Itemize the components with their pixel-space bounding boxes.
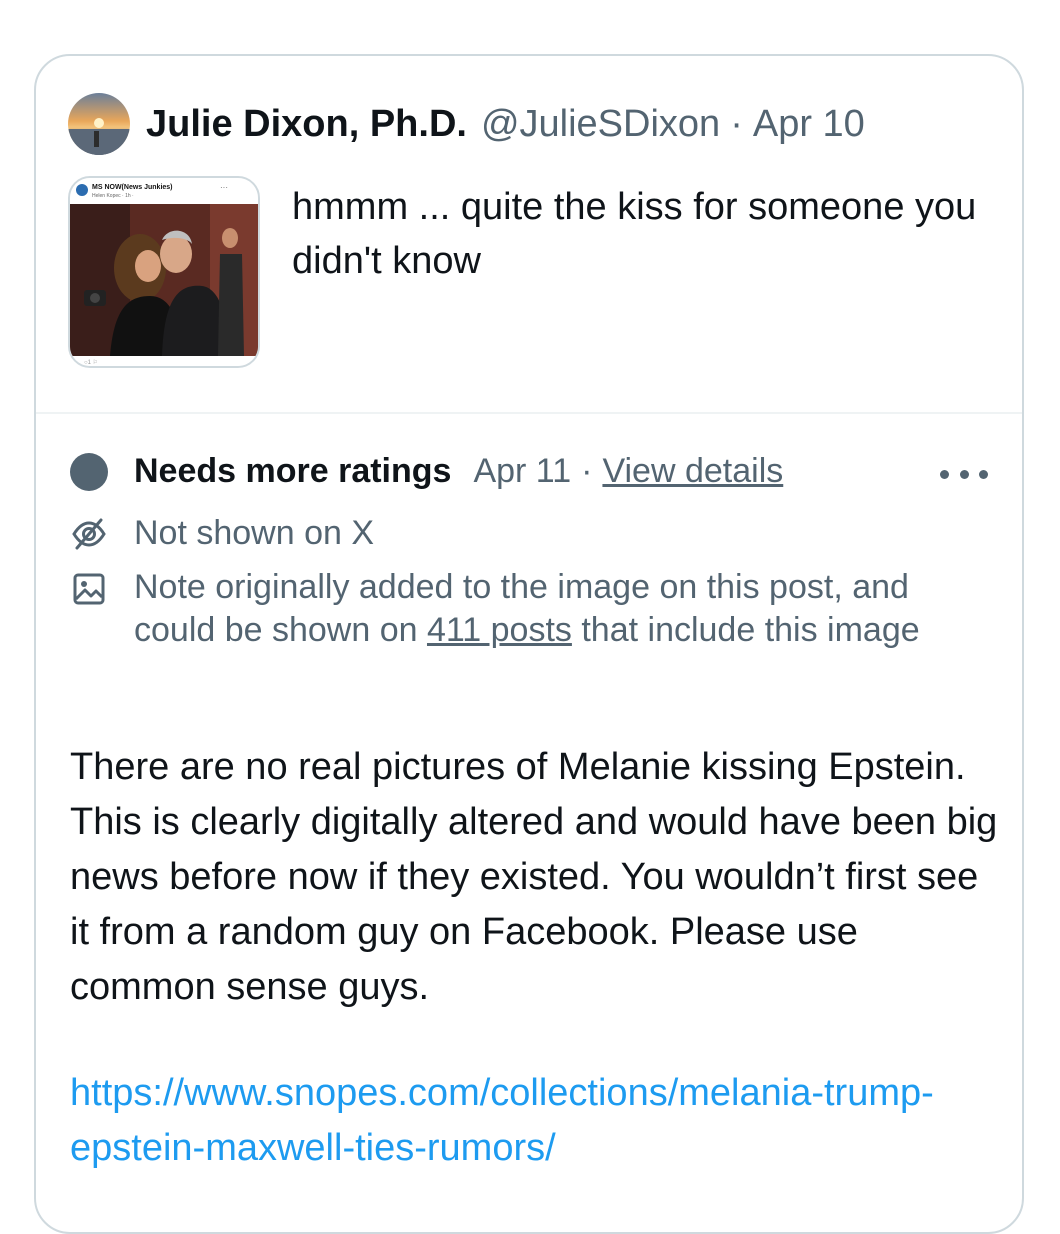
more-options-icon[interactable] [940,464,988,484]
svg-text:○1 ⚐: ○1 ⚐ [84,359,98,366]
note-status: Needs more ratings [134,452,452,490]
status-dot-icon [70,452,108,491]
note-body: There are no real pictures of Melanie ki… [70,746,998,1008]
header-separator: · [730,102,743,145]
note-status-row: Needs more ratings Apr 11 · View details [70,452,783,491]
not-shown-row: Not shown on X [70,512,374,555]
image-note-row: Note originally added to the image on th… [70,566,984,652]
note-date: Apr 11 [473,452,572,490]
thumbnail-page-name: MS NOW(News Junkies) [92,184,173,191]
post-text: hmmm ... quite the kiss for someone you … [292,186,977,282]
image-icon [73,573,105,605]
quoted-post-card[interactable]: Julie Dixon, Ph.D. @JulieSDixon · Apr 10… [34,54,1024,1234]
post-header: Julie Dixon, Ph.D. @JulieSDixon · Apr 10 [68,92,865,156]
author-name[interactable]: Julie Dixon, Ph.D. [146,103,467,146]
author-handle[interactable]: @JulieSDixon [481,103,720,146]
post-image-thumbnail[interactable]: MS NOW(News Junkies) Helen Kopec · 1h · … [68,176,260,368]
attached-image: MS NOW(News Junkies) Helen Kopec · 1h · … [70,178,258,366]
section-divider [36,412,1022,414]
image-note-text: Note originally added to the image on th… [134,566,984,652]
source-link[interactable]: https://www.snopes.com/collections/melan… [70,1066,1000,1176]
image-note-suffix: that include this image [571,611,920,649]
eye-off-icon [72,518,106,549]
not-shown-text: Not shown on X [134,514,375,552]
svg-text:···: ··· [220,183,228,192]
post-date[interactable]: Apr 10 [753,103,865,146]
author-avatar[interactable] [68,93,130,155]
thumbnail-poster: Helen Kopec · 1h · [92,193,134,199]
posts-count-link[interactable]: 411 posts [427,611,572,649]
note-separator: · [581,452,593,490]
view-details-link[interactable]: View details [602,452,783,491]
